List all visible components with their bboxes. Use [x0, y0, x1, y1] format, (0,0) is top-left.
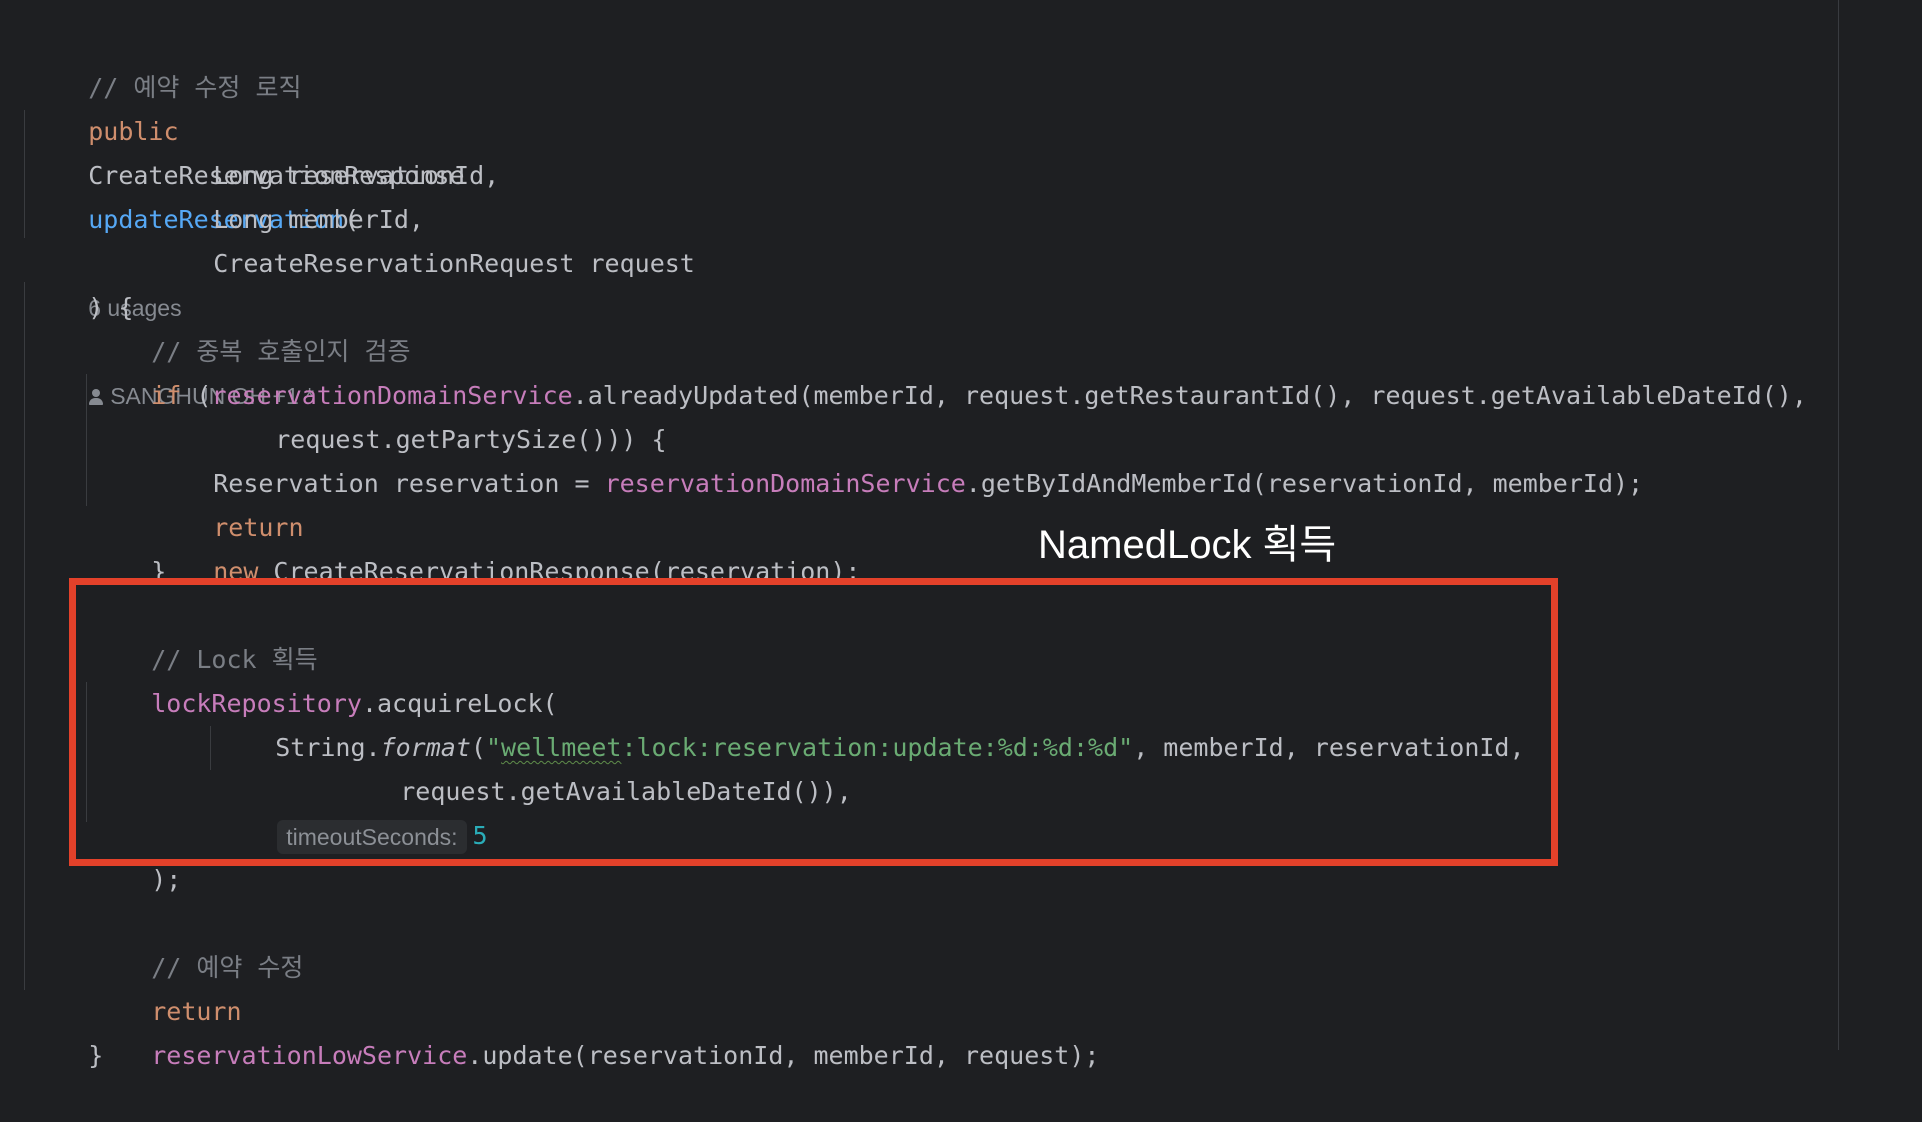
- code-line: public CreateReservationResponse updateR…: [28, 66, 464, 409]
- brace: }: [88, 1041, 104, 1070]
- keyword-return: return: [213, 513, 304, 542]
- paren: );: [151, 865, 182, 894]
- code-line: ) {: [28, 242, 133, 322]
- right-gutter: [1838, 0, 1922, 1050]
- method-call: .alreadyUpdated(memberId, request.getRes…: [572, 381, 1807, 410]
- code-line: return new CreateReservationResponse(res…: [153, 462, 860, 586]
- code-line: }: [91, 506, 166, 586]
- code-line: CreateReservationRequest request: [153, 198, 695, 278]
- code-line: Reservation reservation = reservationDom…: [153, 418, 1643, 498]
- code-line: if (reservationDomainService.alreadyUpda…: [91, 330, 1807, 410]
- code-line: return reservationLowService.update(rese…: [91, 946, 1099, 1070]
- indent-guide: [24, 282, 25, 990]
- code-line: // 예약 수정 로직: [28, 22, 301, 102]
- keyword-return: return: [151, 997, 242, 1026]
- annotation-label: NamedLock 획득: [1038, 523, 1337, 567]
- code-line: request.getPartySize())) {: [215, 374, 666, 454]
- code-line: // 예약 수정: [91, 902, 303, 982]
- highlight-box: [69, 578, 1558, 866]
- field-reference[interactable]: reservationLowService: [151, 1041, 467, 1070]
- code-line: Long memberId,: [153, 154, 424, 234]
- method-call: .getByIdAndMemberId(reservationId, membe…: [965, 469, 1644, 498]
- keyword-if: if: [151, 381, 182, 410]
- code-editor[interactable]: // 예약 수정 로직 public CreateReservationResp…: [0, 0, 1838, 1070]
- indent-guide: [24, 110, 25, 238]
- paren: (: [181, 381, 212, 410]
- method-call: .update(reservationId, memberId, request…: [467, 1041, 1100, 1070]
- code-line: Long reservationId,: [153, 110, 499, 190]
- code-line: }: [28, 990, 103, 1070]
- parameter: CreateReservationRequest request: [213, 249, 695, 278]
- code-line: // 중복 호출인지 검증: [91, 286, 410, 366]
